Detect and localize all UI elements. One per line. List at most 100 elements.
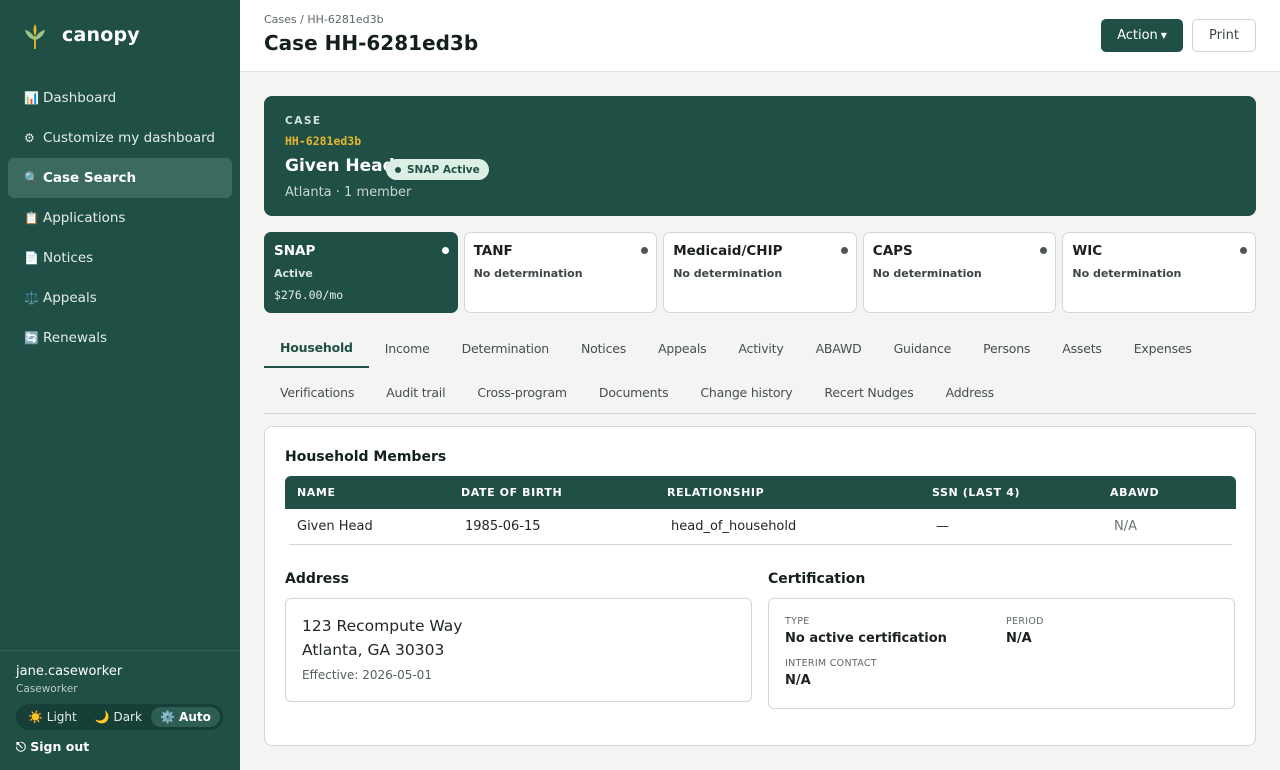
program-status: Active (274, 267, 313, 280)
program-name: TANF (473, 243, 513, 259)
scales-icon: ⚖️ (24, 291, 39, 305)
tab-expenses[interactable]: Expenses (1118, 328, 1208, 368)
status-dot-icon (641, 247, 649, 254)
tab-documents[interactable]: Documents (583, 372, 684, 412)
status-dot-icon (1040, 247, 1048, 254)
program-status: No determination (1072, 267, 1182, 280)
user-name: jane.caseworker (16, 664, 123, 679)
sidebar-item-notices[interactable]: 📄 Notices (8, 238, 232, 278)
program-name: Medicaid/CHIP (673, 243, 783, 259)
table-row[interactable]: Given Head 1985-06-15 head_of_household … (289, 509, 1232, 545)
gear-icon: ⚙ (24, 131, 35, 145)
brand[interactable]: canopy (22, 20, 140, 50)
cert-type-label: TYPE (785, 616, 810, 627)
tab-abawd[interactable]: ABAWD (800, 328, 878, 368)
tab-income[interactable]: Income (369, 328, 446, 368)
member-abawd: N/A (1114, 519, 1137, 534)
tab-appeals[interactable]: Appeals (642, 328, 722, 368)
sidebar-item-label: Dashboard (43, 90, 117, 106)
sidebar-item-label: Customize my dashboard (43, 130, 215, 146)
search-icon: 🔍 (24, 171, 39, 185)
tab-notices[interactable]: Notices (565, 328, 642, 368)
tab-cross-program[interactable]: Cross-program (461, 372, 583, 412)
theme-dark-option[interactable]: 🌙 Dark (86, 707, 151, 727)
chart-icon: 📊 (24, 91, 39, 105)
status-dot-icon (395, 166, 401, 173)
print-button[interactable]: Print (1192, 19, 1256, 52)
tab-address[interactable]: Address (930, 372, 1010, 412)
sidebar-item-customize-dashboard[interactable]: ⚙ Customize my dashboard (8, 118, 232, 158)
column-header-name[interactable]: NAME (285, 486, 461, 499)
cert-interim-label: INTERIM CONTACT (785, 658, 877, 669)
sidebar-item-appeals[interactable]: ⚖️ Appeals (8, 278, 232, 318)
cert-interim-value: N/A (785, 673, 811, 688)
theme-auto-option[interactable]: ⚙️ Auto (150, 707, 220, 727)
sign-out-button[interactable]: ⎋ Sign out (16, 739, 89, 755)
action-button[interactable]: Action ▼ (1101, 19, 1183, 52)
document-icon: 📄 (24, 251, 39, 265)
breadcrumb[interactable]: Cases / HH-6281ed3b (264, 13, 384, 26)
program-tile-wic[interactable]: WIC No determination (1062, 232, 1256, 313)
program-tile-snap[interactable]: SNAP Active $276.00/mo (264, 232, 458, 313)
tab-household[interactable]: Household (264, 328, 369, 368)
case-meta: Atlanta · 1 member (285, 185, 412, 200)
sign-out-label: Sign out (30, 739, 90, 754)
status-dot-icon (1239, 247, 1247, 254)
program-tile-tanf[interactable]: TANF No determination (463, 232, 658, 313)
sidebar-item-label: Applications (43, 210, 126, 226)
tab-assets[interactable]: Assets (1046, 328, 1117, 368)
tab-row: Household Income Determination Notices A… (264, 328, 1208, 368)
sidebar-item-label: Notices (43, 250, 94, 266)
member-relationship: head_of_household (671, 519, 797, 534)
page-header: Cases / HH-6281ed3b Case HH-6281ed3b Act… (240, 0, 1280, 72)
tab-recert-nudges[interactable]: Recert Nudges (808, 372, 929, 412)
tab-guidance[interactable]: Guidance (878, 328, 968, 368)
address-box: 123 Recompute Way Atlanta, GA 30303 Effe… (285, 598, 752, 702)
column-header-dob[interactable]: DATE OF BIRTH (461, 486, 667, 499)
program-tiles: SNAP Active $276.00/mo TANF No determina… (264, 232, 1256, 313)
tab-persons[interactable]: Persons (967, 328, 1046, 368)
caret-down-icon: ▼ (1160, 31, 1167, 40)
table-header: NAME DATE OF BIRTH RELATIONSHIP SSN (LAS… (285, 476, 1236, 509)
sidebar-item-renewals[interactable]: 🔄 Renewals (8, 318, 232, 358)
action-button-label: Action (1117, 28, 1158, 43)
column-header-ssn[interactable]: SSN (LAST 4) (932, 486, 1110, 499)
address-effective-date: Effective: 2026-05-01 (302, 668, 432, 682)
household-members-table: NAME DATE OF BIRTH RELATIONSHIP SSN (LAS… (285, 476, 1236, 545)
tab-activity[interactable]: Activity (722, 328, 799, 368)
program-tile-caps[interactable]: CAPS No determination (862, 232, 1057, 313)
member-name: Given Head (297, 519, 373, 534)
tab-row: Verifications Audit trail Cross-program … (264, 372, 1010, 412)
household-panel: Household Members NAME DATE OF BIRTH REL… (264, 426, 1256, 746)
sidebar-item-dashboard[interactable]: 📊 Dashboard (8, 78, 232, 118)
clipboard-icon: 📋 (24, 211, 39, 225)
tab-audit-trail[interactable]: Audit trail (370, 372, 461, 412)
column-header-relationship[interactable]: RELATIONSHIP (667, 486, 932, 499)
tab-change-history[interactable]: Change history (684, 372, 808, 412)
status-dot-icon (441, 247, 449, 254)
program-name: CAPS (872, 243, 913, 259)
program-tile-medicaid-chip[interactable]: Medicaid/CHIP No determination (663, 232, 857, 313)
sidebar-item-label: Case Search (43, 170, 137, 186)
cert-period-label: PERIOD (1006, 616, 1044, 627)
address-line-1: 123 Recompute Way (302, 617, 463, 635)
tab-determination[interactable]: Determination (446, 328, 565, 368)
program-amount: $276.00/mo (274, 288, 344, 302)
tab-verifications[interactable]: Verifications (264, 372, 370, 412)
sidebar-item-label: Appeals (43, 290, 97, 306)
program-name: SNAP (274, 243, 316, 259)
sidebar-divider (0, 650, 240, 651)
address-title: Address (285, 571, 349, 587)
program-status: No determination (673, 267, 783, 280)
member-ssn: — (936, 519, 949, 534)
sidebar-item-case-search[interactable]: 🔍 Case Search (8, 158, 232, 198)
theme-switcher: ☀️ Light 🌙 Dark ⚙️ Auto (16, 704, 223, 730)
sidebar-item-label: Renewals (43, 330, 108, 346)
certification-box: TYPE No active certification PERIOD N/A … (768, 598, 1235, 709)
column-header-abawd[interactable]: ABAWD (1110, 486, 1159, 499)
sidebar-nav: 📊 Dashboard ⚙ Customize my dashboard 🔍 C… (8, 78, 232, 358)
sidebar-item-applications[interactable]: 📋 Applications (8, 198, 232, 238)
case-head-name: Given Head (285, 156, 395, 176)
theme-light-option[interactable]: ☀️ Light (19, 707, 86, 727)
brand-name: canopy (62, 24, 140, 46)
